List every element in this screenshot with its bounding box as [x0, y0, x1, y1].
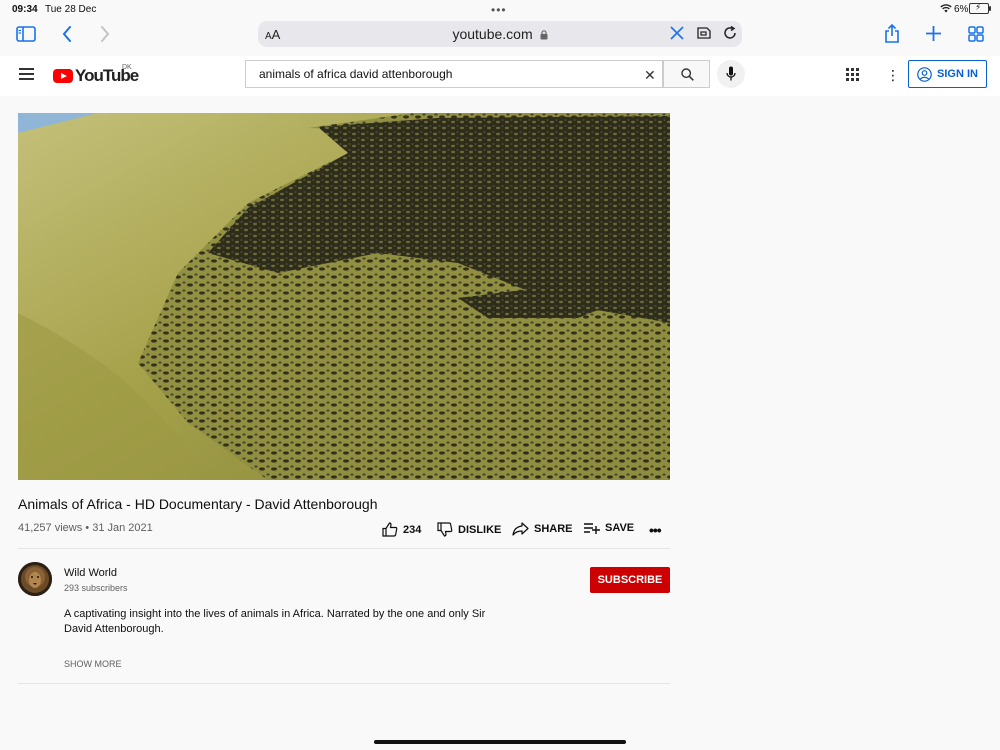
- multitasking-dots-icon[interactable]: •••: [491, 3, 507, 17]
- forward-icon[interactable]: [100, 26, 110, 42]
- reader-options-button[interactable]: AA: [265, 27, 280, 42]
- video-title: Animals of Africa - HD Documentary - Dav…: [18, 496, 378, 512]
- like-button[interactable]: 234: [382, 522, 421, 537]
- home-indicator[interactable]: [374, 740, 626, 744]
- wifi-icon: [940, 4, 952, 13]
- dislike-label: DISLIKE: [458, 523, 502, 536]
- subscriber-count: 293 subscribers: [64, 583, 128, 593]
- channel-avatar[interactable]: [18, 562, 52, 596]
- thumbs-up-icon: [382, 522, 398, 537]
- subscribe-button[interactable]: SUBSCRIBE: [590, 567, 670, 593]
- new-tab-icon[interactable]: [926, 26, 941, 41]
- battery-percentage: 6%: [954, 4, 969, 15]
- microphone-icon: [726, 66, 736, 81]
- youtube-play-icon: [53, 69, 73, 83]
- video-thumbnail: [18, 113, 670, 480]
- sign-in-label: SIGN IN: [937, 68, 978, 80]
- url-text[interactable]: youtube.com: [452, 26, 532, 42]
- apps-grid-icon[interactable]: [846, 68, 859, 81]
- tabs-close-icon[interactable]: [670, 26, 684, 40]
- channel-name[interactable]: Wild World: [64, 567, 117, 579]
- divider: [18, 683, 670, 684]
- hamburger-menu-icon[interactable]: [19, 68, 34, 80]
- search-input[interactable]: [259, 67, 629, 81]
- sign-in-button[interactable]: SIGN IN: [908, 60, 987, 88]
- tab-overview-icon[interactable]: [968, 26, 984, 42]
- thumbs-down-icon: [437, 522, 453, 537]
- more-actions-button[interactable]: •••: [649, 522, 662, 538]
- meta-separator: •: [85, 522, 90, 534]
- voice-search-button[interactable]: [717, 60, 745, 88]
- country-code: DK: [122, 64, 132, 71]
- share-sheet-icon[interactable]: [884, 24, 900, 43]
- divider: [18, 548, 670, 549]
- like-count: 234: [403, 523, 422, 536]
- status-bar: 09:34 Tue 28 Dec ••• 6% ⚡: [0, 0, 1000, 18]
- upload-date: 31 Jan 2021: [92, 522, 153, 534]
- search-icon: [681, 68, 694, 81]
- share-arrow-icon: [512, 522, 529, 536]
- save-label: SAVE: [605, 522, 635, 534]
- more-vertical-icon[interactable]: ⋮: [886, 67, 900, 84]
- status-time: 09:34: [12, 4, 38, 15]
- battery-icon: ⚡: [969, 2, 991, 14]
- search-button[interactable]: [663, 60, 710, 88]
- account-icon: [917, 66, 932, 82]
- save-button[interactable]: SAVE: [584, 522, 634, 534]
- show-more-button[interactable]: SHOW MORE: [64, 659, 122, 669]
- share-button[interactable]: SHARE: [512, 522, 573, 536]
- dislike-button[interactable]: DISLIKE: [437, 522, 501, 537]
- back-icon[interactable]: [62, 26, 72, 42]
- video-description: A captivating insight into the lives of …: [64, 608, 486, 635]
- share-label: SHARE: [534, 523, 573, 535]
- view-count: 41,257 views: [18, 522, 83, 534]
- video-player[interactable]: [18, 113, 670, 480]
- playlist-add-icon: [584, 523, 600, 534]
- sidebar-toggle-icon[interactable]: [16, 26, 36, 42]
- status-date: Tue 28 Dec: [45, 4, 97, 15]
- video-meta: 41,257 views • 31 Jan 2021: [18, 522, 153, 534]
- more-horizontal-icon: •••: [649, 522, 662, 538]
- extension-icon[interactable]: [697, 26, 713, 40]
- reload-icon[interactable]: [723, 26, 737, 40]
- lion-avatar-image: [18, 562, 52, 596]
- clear-search-icon[interactable]: ✕: [644, 67, 656, 84]
